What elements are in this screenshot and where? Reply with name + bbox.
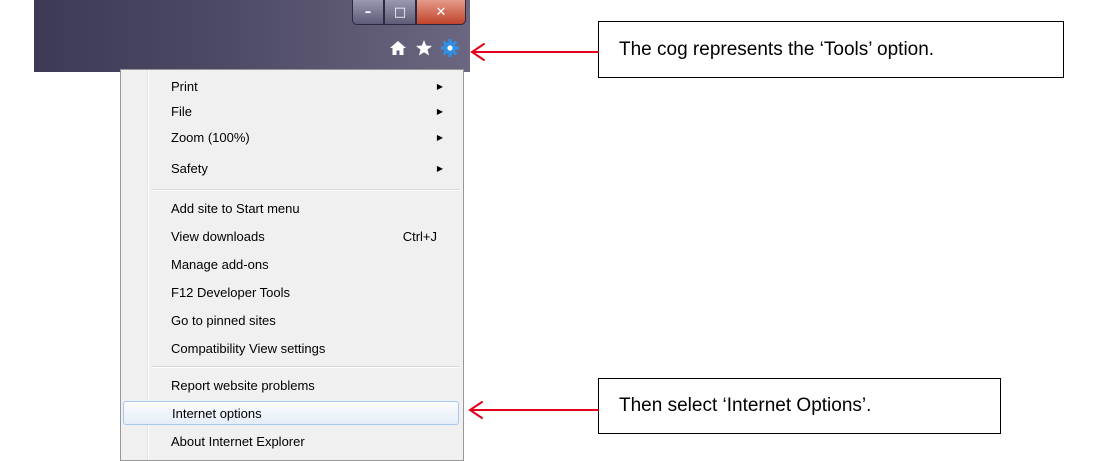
arrow-to-cog [470,43,599,61]
arrow-to-internet-options [468,401,599,419]
annotation-arrows [468,43,599,419]
